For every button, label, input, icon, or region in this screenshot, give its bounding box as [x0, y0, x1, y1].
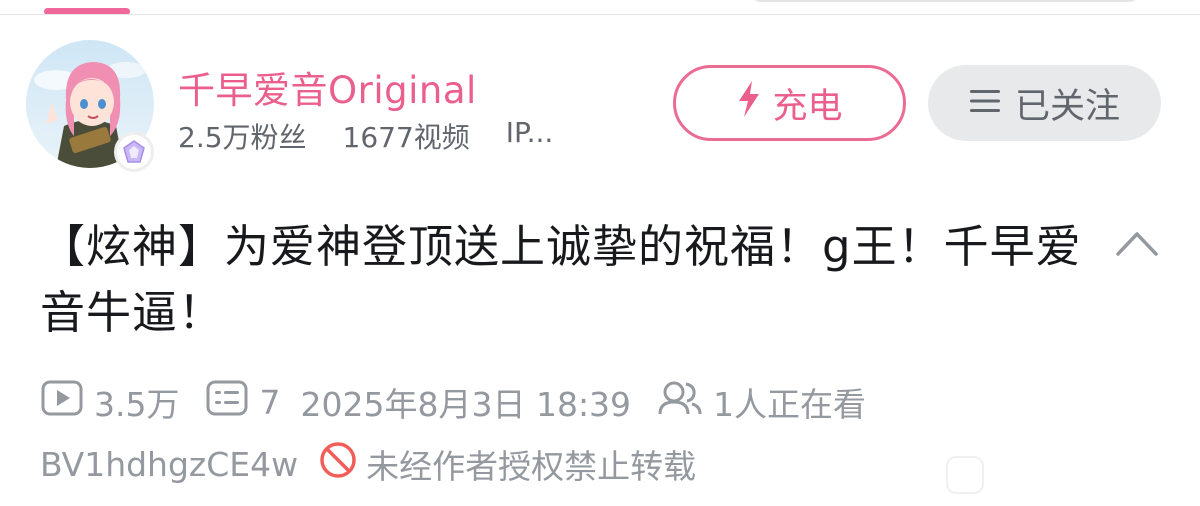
video-stats: 3.5万 7 2025年8月3日 18:39 1人正在看: [40, 380, 866, 424]
fans-count: 2.5万粉丝: [178, 121, 307, 154]
danmaku-stat: 7: [205, 380, 280, 424]
danmaku-icon: [205, 380, 249, 424]
repost-notice: 未经作者授权禁止转载: [318, 440, 696, 488]
danmaku-count: 7: [259, 382, 281, 422]
watching-count: 1人正在看: [713, 385, 867, 424]
chevron-up-icon[interactable]: [1114, 226, 1160, 260]
publish-date: 2025年8月3日 18:39: [300, 385, 632, 424]
floating-icon: [946, 456, 984, 494]
divider: [0, 14, 1200, 15]
play-icon: [40, 380, 84, 424]
video-count: 1677视频: [342, 121, 470, 154]
repost-notice-text: 未经作者授权禁止转载: [366, 447, 697, 486]
view-stat: 3.5万: [40, 378, 179, 426]
watching-stat: 1人正在看: [657, 378, 866, 426]
ip-location: IP...: [505, 116, 554, 149]
forbidden-icon: [318, 440, 358, 488]
video-title: 【炫神】为爱神登顶送上诚挚的祝福！g王！千早爱音牛逼！: [40, 220, 1082, 339]
charge-label: 充电: [772, 86, 843, 127]
follow-button[interactable]: 已关注: [928, 65, 1161, 141]
charge-button[interactable]: 充电: [673, 65, 906, 141]
video-detail-page: 千早爱音Original 2.5万粉丝 1677视频 IP... 充电 已关注 …: [0, 0, 1200, 506]
lightning-icon: [736, 80, 762, 127]
author-name[interactable]: 千早爱音Original: [178, 60, 477, 114]
view-count: 3.5万: [94, 385, 180, 424]
bvid[interactable]: BV1hdhgzCE4w: [40, 445, 298, 484]
menu-icon: [969, 83, 1001, 123]
video-ids: BV1hdhgzCE4w 未经作者授权禁止转载: [40, 442, 696, 486]
follow-label: 已关注: [1014, 86, 1120, 127]
viewers-icon: [657, 380, 703, 424]
author-stats: 2.5万粉丝 1677视频 IP...: [178, 116, 553, 156]
badge-icon: [114, 132, 154, 172]
search-bar-edge[interactable]: [750, 0, 1140, 2]
